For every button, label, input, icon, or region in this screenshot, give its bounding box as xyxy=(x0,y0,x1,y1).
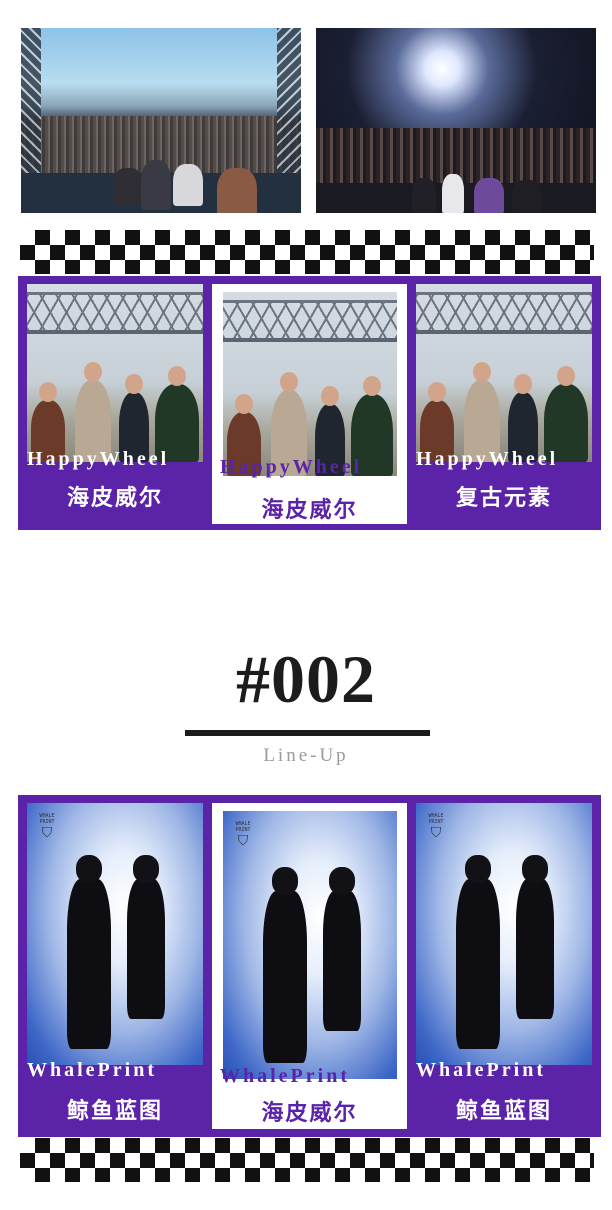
whale-tail-icon: ⛉ xyxy=(237,833,249,849)
band-member xyxy=(263,867,307,1063)
artist-card: WHALE PRINT ⛉ WhalePrint 鲸鱼蓝图 xyxy=(416,803,592,1129)
artist-name-zh: 复古元素 xyxy=(455,486,552,511)
artist-name-zh: 鲸鱼蓝图 xyxy=(455,1099,552,1124)
artist-name-zh: 海皮威尔 xyxy=(66,486,163,511)
band-photo xyxy=(416,284,592,462)
band-member xyxy=(113,168,143,206)
artist-name-zh: 海皮威尔 xyxy=(261,1101,358,1126)
artist-card: HappyWheel 海皮威尔 xyxy=(27,284,203,524)
band-photo: WHALE PRINT ⛉ xyxy=(223,811,397,1079)
whaleprint-logo: WHALE PRINT ⛉ xyxy=(35,813,59,853)
club-stage-photo xyxy=(316,28,596,213)
artist-name-en: HappyWheel xyxy=(220,456,363,478)
bridge-truss xyxy=(416,292,592,334)
lineup-band-happywheel: HappyWheel 海皮威尔 HappyWheel 海皮威尔 HappyWhe… xyxy=(18,276,601,530)
lineup-band-whaleprint: WHALE PRINT ⛉ WhalePrint 鲸鱼蓝图 WHALE PRIN… xyxy=(18,795,601,1137)
whaleprint-logo: WHALE PRINT ⛉ xyxy=(424,813,448,853)
band-member xyxy=(323,867,361,1031)
artist-card: WHALE PRINT ⛉ WhalePrint 海皮威尔 xyxy=(212,803,407,1129)
checkered-divider xyxy=(20,230,594,274)
band-member xyxy=(516,855,554,1019)
band-photo xyxy=(223,292,397,476)
band-photo xyxy=(27,284,203,462)
band-photo: WHALE PRINT ⛉ xyxy=(27,803,203,1065)
whale-tail-icon: ⛉ xyxy=(430,825,442,841)
section-subtitle: Line-Up xyxy=(263,745,349,766)
checkered-divider xyxy=(20,1138,594,1182)
artist-name-en: HappyWheel xyxy=(416,448,559,470)
artist-card: WHALE PRINT ⛉ WhalePrint 鲸鱼蓝图 xyxy=(27,803,203,1129)
band-member xyxy=(67,855,111,1049)
heading-rule xyxy=(185,730,430,736)
artist-name-zh: 鲸鱼蓝图 xyxy=(66,1099,163,1124)
band-member xyxy=(456,855,500,1049)
band-member xyxy=(474,178,504,213)
band-member xyxy=(141,160,171,210)
festival-stage-photo xyxy=(21,28,301,213)
artist-name-en: WhalePrint xyxy=(27,1059,157,1081)
bridge-truss xyxy=(27,292,203,334)
band-photo: WHALE PRINT ⛉ xyxy=(416,803,592,1065)
section-number: #002 xyxy=(236,641,376,717)
whaleprint-logo: WHALE PRINT ⛉ xyxy=(231,821,255,861)
artist-name-en: WhalePrint xyxy=(416,1059,546,1081)
band-member xyxy=(412,178,436,213)
band-member xyxy=(512,180,542,213)
whale-tail-icon: ⛉ xyxy=(41,825,53,841)
artist-name-en: HappyWheel xyxy=(27,448,170,470)
artist-name-zh: 海皮威尔 xyxy=(261,498,358,523)
band-member xyxy=(442,174,464,213)
artist-card: HappyWheel 复古元素 xyxy=(416,284,592,524)
band-member xyxy=(173,164,203,206)
bridge-truss xyxy=(223,300,397,342)
artist-name-en: WhalePrint xyxy=(220,1065,350,1087)
band-member xyxy=(217,168,257,213)
artist-card: HappyWheel 海皮威尔 xyxy=(212,284,407,524)
band-member xyxy=(127,855,165,1019)
